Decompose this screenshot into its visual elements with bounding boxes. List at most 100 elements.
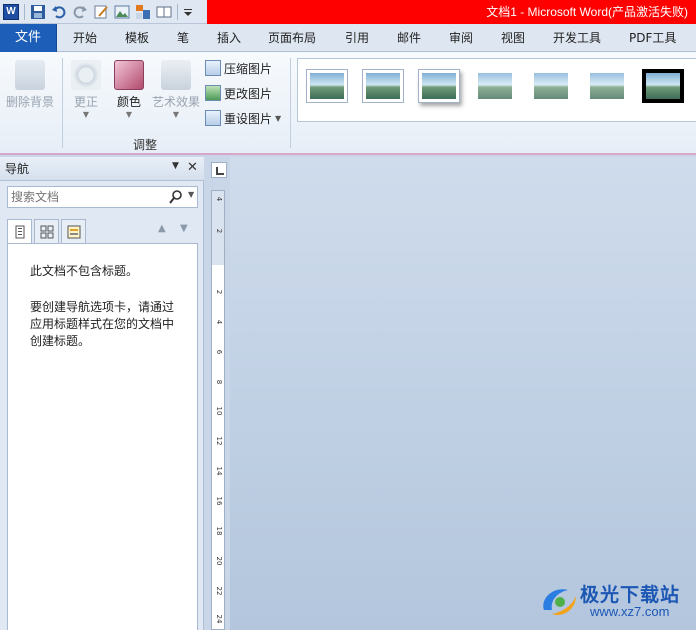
ruler-number: 18 <box>215 526 223 536</box>
remove-background-label: 删除背景 <box>5 95 54 109</box>
tab-browse-pages[interactable] <box>34 219 59 244</box>
ruler-number: 12 <box>215 436 223 446</box>
sun-icon <box>71 60 101 90</box>
book-icon[interactable] <box>156 4 172 20</box>
ruler-number: 6 <box>215 349 223 355</box>
picture-style-thick-matte[interactable] <box>642 69 684 103</box>
tab-selector[interactable] <box>211 162 227 178</box>
ruler-number: 22 <box>215 586 223 596</box>
create-headings-hint: 要创建导航选项卡，请通过应用标题样式在您的文档中创建标题。 <box>30 300 175 348</box>
picture-icon[interactable] <box>114 4 130 20</box>
next-result-icon[interactable]: ▼ <box>180 223 188 234</box>
picture-styles-gallery <box>297 58 696 122</box>
title-bar: W 文档1 - Microsoft Word(产品激活失败) <box>0 0 696 24</box>
tab-home[interactable]: 开始 <box>73 24 97 52</box>
document-workspace[interactable] <box>230 157 696 630</box>
close-icon[interactable]: ✕ <box>187 159 198 177</box>
ruler-number: 16 <box>215 496 223 506</box>
ribbon-picture-format: 删除背景 更正 ▼ 颜色 ▼ 艺术效果 ▼ 压缩图片 更改图片 重设图片 ▼ 调… <box>0 52 696 155</box>
word-logo-icon[interactable]: W <box>3 4 19 20</box>
watermark-logo-icon <box>543 589 576 616</box>
group-separator <box>290 58 291 148</box>
picture-style-simple-frame[interactable] <box>306 69 348 103</box>
tab-developer[interactable]: 开发工具 <box>553 24 601 52</box>
pages-icon <box>40 225 53 238</box>
layout-icon[interactable] <box>135 4 151 20</box>
compress-pictures-button[interactable]: 压缩图片 <box>205 58 272 78</box>
chevron-down-icon: ▼ <box>82 110 90 119</box>
artistic-effects-icon <box>161 60 191 90</box>
picture-style-reflected[interactable] <box>530 69 572 103</box>
reset-picture-button[interactable]: 重设图片 ▼ <box>205 108 281 128</box>
tab-templates[interactable]: 模板 <box>125 24 149 52</box>
change-picture-icon <box>205 85 221 101</box>
save-icon[interactable] <box>30 4 46 20</box>
corrections-label: 更正 <box>73 95 98 109</box>
redo-icon[interactable] <box>72 4 88 20</box>
navigation-title: 导航 <box>5 162 30 176</box>
remove-background-icon <box>15 60 45 90</box>
tab-review[interactable]: 审阅 <box>449 24 473 52</box>
search-box: ▼ <box>7 186 198 208</box>
chevron-down-icon: ▼ <box>172 110 180 119</box>
search-icon[interactable] <box>168 189 184 205</box>
group-separator <box>62 58 63 148</box>
ruler-number: 2 <box>215 228 223 234</box>
change-picture-button[interactable]: 更改图片 <box>205 83 272 103</box>
watermark-name: 极光下载站 <box>580 584 681 606</box>
tab-pdf-tools[interactable]: PDF工具 <box>629 24 676 52</box>
artistic-effects-button[interactable]: 艺术效果 ▼ <box>150 60 202 120</box>
no-headings-message: 此文档不包含标题。 <box>30 264 139 278</box>
corrections-button[interactable]: 更正 ▼ <box>66 60 106 120</box>
picture-style-beveled[interactable] <box>362 69 404 103</box>
artistic-effects-label: 艺术效果 <box>151 95 200 109</box>
qat-separator <box>24 4 25 20</box>
quick-access-toolbar: W <box>0 0 199 24</box>
ruler-number: 10 <box>215 406 223 416</box>
adjust-group-label: 调整 <box>132 138 157 152</box>
results-icon <box>67 225 80 238</box>
tab-page-layout[interactable]: 页面布局 <box>268 24 316 52</box>
navigation-pane: 导航 ▼ ✕ ▼ ▲ ▼ 此文档不包含标题。 要创建导航选项卡，请通过应用标题样… <box>0 157 204 630</box>
site-watermark: 极光下载站 www.xz7.com <box>538 578 696 626</box>
remove-background-button[interactable]: 删除背景 <box>4 60 56 110</box>
headings-icon <box>15 225 24 238</box>
navigation-header: 导航 ▼ ✕ <box>0 157 204 181</box>
search-input[interactable] <box>8 187 163 207</box>
picture-style-drop-shadow[interactable] <box>418 69 460 103</box>
pane-options-icon[interactable]: ▼ <box>172 161 179 171</box>
vertical-ruler[interactable]: 4 2 2 4 6 8 10 12 14 16 18 20 22 24 <box>211 190 225 630</box>
compress-label: 压缩图片 <box>224 61 273 76</box>
reset-picture-label: 重设图片 <box>224 111 273 126</box>
ribbon-tabs: 文件 开始 模板 笔 插入 页面布局 引用 邮件 审阅 视图 开发工具 PDF工… <box>0 24 696 52</box>
window-title: 文档1 - Microsoft Word(产品激活失败) <box>486 5 688 19</box>
tab-insert[interactable]: 插入 <box>217 24 241 52</box>
chevron-down-icon[interactable]: ▼ <box>188 190 194 199</box>
color-icon <box>114 60 144 90</box>
ruler-number: 24 <box>215 614 223 624</box>
picture-style-soft-oval[interactable] <box>586 69 628 103</box>
tab-mailings[interactable]: 邮件 <box>397 24 421 52</box>
tab-pen[interactable]: 笔 <box>177 24 189 52</box>
previous-result-icon[interactable]: ▲ <box>158 223 166 234</box>
picture-style-soft-edge[interactable] <box>474 69 516 103</box>
navigation-content: 此文档不包含标题。 要创建导航选项卡，请通过应用标题样式在您的文档中创建标题。 <box>7 243 198 630</box>
watermark-url: www.xz7.com <box>590 604 670 619</box>
ruler-number: 14 <box>215 466 223 476</box>
tab-file[interactable]: 文件 <box>0 24 57 52</box>
ruler-number: 4 <box>215 319 223 325</box>
customize-icon[interactable] <box>183 4 199 20</box>
compress-icon <box>205 60 221 76</box>
ruler-number: 2 <box>215 289 223 295</box>
chevron-down-icon: ▼ <box>275 113 282 123</box>
tab-view[interactable]: 视图 <box>501 24 525 52</box>
tab-references[interactable]: 引用 <box>345 24 369 52</box>
tab-browse-results[interactable] <box>61 219 86 244</box>
tab-browse-headings[interactable] <box>7 219 32 244</box>
color-button[interactable]: 颜色 ▼ <box>110 60 148 120</box>
undo-icon[interactable] <box>51 4 67 20</box>
ruler-number: 20 <box>215 556 223 566</box>
reset-picture-icon <box>205 110 221 126</box>
title-highlight: 文档1 - Microsoft Word(产品激活失败) <box>207 0 696 24</box>
edit-icon[interactable] <box>93 4 109 20</box>
